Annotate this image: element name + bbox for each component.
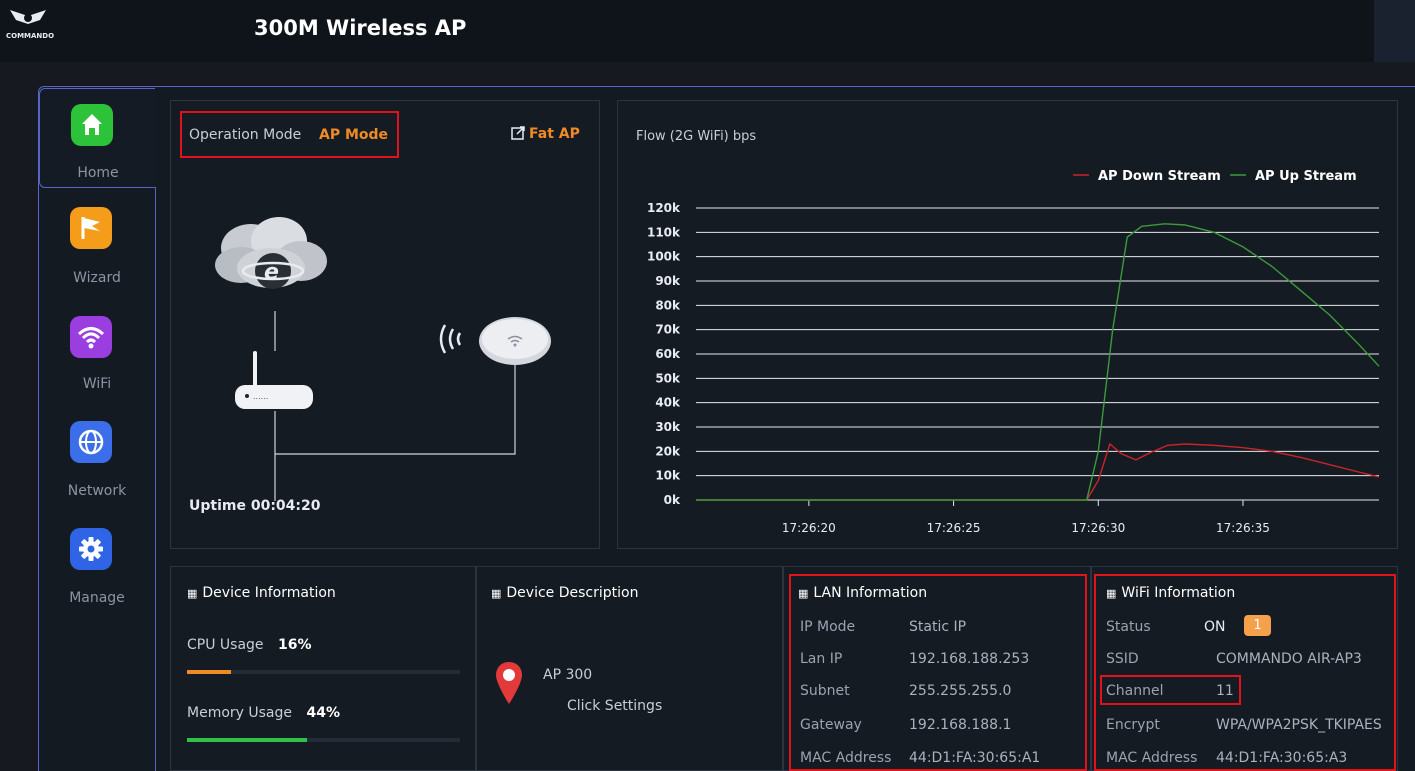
device-info-title-text: Device Information: [202, 585, 336, 601]
flow-chart: Flow (2G WiFi) bps AP Down Stream AP Up S…: [636, 129, 1380, 535]
flag-icon: [70, 207, 112, 249]
cpu-value: 16%: [278, 637, 312, 653]
y-tick-label: 10k: [655, 469, 681, 483]
sidebar-item-wifi[interactable]: WiFi: [39, 298, 155, 398]
chart-title: Flow (2G WiFi) bps: [636, 129, 756, 144]
svg-text:......: ......: [253, 392, 268, 401]
y-tick-label: 110k: [647, 225, 681, 239]
memory-usage-label: Memory Usage 44%: [187, 705, 340, 721]
memory-usage-fill: [187, 738, 308, 742]
click-settings-link[interactable]: Click Settings: [567, 698, 662, 714]
topbar-corner: [1374, 0, 1415, 62]
series-line-up-stream: [696, 223, 1380, 501]
mem-value: 44%: [306, 705, 340, 721]
operation-mode-highlight: [180, 111, 399, 158]
app-title: 300M Wireless AP: [254, 16, 467, 40]
sidebar-label-home: Home: [77, 165, 119, 181]
sidebar-item-manage[interactable]: Manage: [39, 510, 155, 610]
cpu-usage-label: CPU Usage 16%: [187, 637, 312, 653]
cpu-label: CPU Usage: [187, 637, 264, 653]
top-bar: COMMANDO 300M Wireless AP: [0, 0, 1415, 62]
y-tick-label: 40k: [655, 396, 681, 410]
cpu-usage-bar: [187, 670, 460, 674]
home-icon: [71, 104, 113, 146]
globe-icon: [70, 421, 112, 463]
y-tick-label: 30k: [655, 420, 681, 434]
series-line-down-stream: [696, 442, 1380, 501]
x-tick-label: 17:26:35: [1216, 521, 1270, 535]
device-info-title: ▦ Device Information: [187, 585, 336, 601]
svg-text:e: e: [264, 260, 279, 285]
y-tick-label: 70k: [655, 323, 681, 337]
sidebar-label-wizard: Wizard: [73, 270, 121, 286]
x-tick-label: 17:26:30: [1071, 521, 1125, 535]
memory-usage-bar: [187, 738, 460, 742]
flow-chart-panel: Flow (2G WiFi) bps AP Down Stream AP Up S…: [617, 100, 1398, 549]
y-tick-label: 50k: [655, 371, 681, 385]
fat-ap-label: Fat AP: [529, 126, 580, 142]
sidebar-item-wizard[interactable]: Wizard: [39, 193, 155, 293]
y-tick-label: 120k: [647, 201, 681, 215]
grid-icon: ▦: [491, 587, 502, 600]
operation-panel: Operation Mode AP Mode Fat AP e ...... U…: [170, 100, 600, 549]
sidebar-label-manage: Manage: [69, 590, 125, 606]
internet-cloud-icon: e: [211, 213, 331, 303]
sidebar-label-network: Network: [67, 483, 127, 499]
sidebar-item-home[interactable]: Home: [39, 88, 155, 188]
y-tick-label: 80k: [655, 298, 681, 312]
router-icon: ......: [231, 349, 321, 414]
device-desc-title-text: Device Description: [506, 585, 639, 601]
y-tick-label: 0k: [664, 493, 681, 507]
legend-label: AP Down Stream: [1098, 169, 1221, 184]
wifi-info-highlight: [1094, 574, 1396, 771]
sidebar-label-wifi: WiFi: [82, 376, 112, 392]
sidebar-item-network[interactable]: Network: [39, 404, 155, 504]
channel-highlight: [1100, 675, 1241, 705]
device-name: AP 300: [543, 667, 593, 683]
gear-icon: [70, 528, 112, 570]
legend-label: AP Up Stream: [1255, 169, 1357, 184]
brand-logo: COMMANDO: [4, 2, 54, 42]
device-desc-title: ▦ Device Description: [491, 585, 638, 601]
grid-icon: ▦: [187, 587, 198, 600]
x-tick-label: 17:26:25: [927, 521, 981, 535]
sidebar-divider: [155, 187, 156, 771]
fat-ap-link[interactable]: Fat AP: [511, 126, 580, 144]
y-tick-label: 60k: [655, 347, 681, 361]
y-tick-label: 90k: [655, 274, 681, 288]
device-info-panel: ▦ Device Information CPU Usage 16% Memory…: [170, 566, 476, 771]
x-tick-label: 17:26:20: [782, 521, 836, 535]
access-point-icon: [431, 311, 561, 371]
external-link-icon: [511, 126, 525, 144]
uptime-text: Uptime 00:04:20: [189, 498, 321, 514]
brand-text: COMMANDO: [6, 32, 54, 40]
location-pin-icon: [495, 660, 523, 706]
y-tick-label: 20k: [655, 444, 681, 458]
y-tick-label: 100k: [647, 250, 681, 264]
mem-label: Memory Usage: [187, 705, 293, 721]
sidebar: Home Wizard WiFi Network Manage: [39, 88, 155, 771]
lan-info-highlight: [789, 574, 1087, 771]
cpu-usage-fill: [187, 670, 231, 674]
device-desc-panel: ▦ Device Description AP 300 Click Setting…: [476, 566, 783, 771]
wifi-icon: [70, 316, 112, 358]
